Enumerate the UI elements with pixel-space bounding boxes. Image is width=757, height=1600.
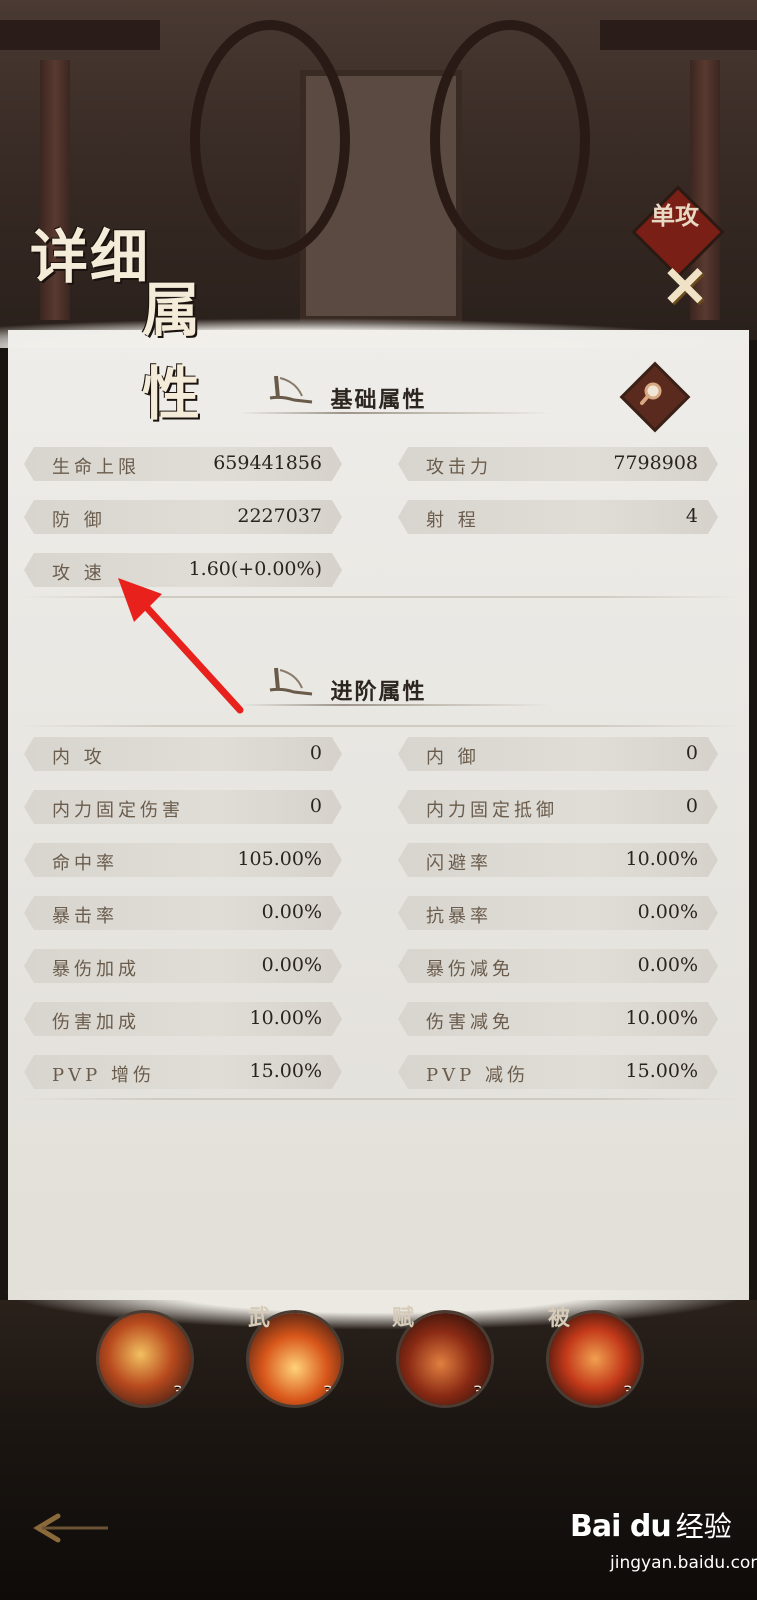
skill-level: 3 [322, 1382, 333, 1401]
stat-internal-attack: 内 攻 0 [24, 737, 342, 771]
stat-label: 内力固定抵御 [426, 800, 558, 821]
stat-crit-damage-reduction: 暴伤减免 0.00% [398, 949, 718, 983]
stat-value: 4 [685, 505, 698, 527]
stat-label: 伤害加成 [52, 1012, 140, 1033]
stat-label: 命中率 [52, 853, 118, 874]
stat-value: 10.00% [249, 1007, 322, 1029]
stat-value: 0 [309, 795, 322, 817]
divider [20, 1098, 740, 1100]
stat-label: 暴伤减免 [426, 959, 514, 980]
stat-value: 659441856 [213, 452, 322, 474]
watermark-text: 经验 [675, 1510, 732, 1543]
stat-pvp-damage-reduction: PVP 减伤 15.00% [398, 1055, 718, 1089]
stat-value: 0.00% [261, 954, 322, 976]
skill-level: 3 [172, 1382, 183, 1401]
stat-crit-rate: 暴击率 0.00% [24, 896, 342, 930]
stat-label: PVP 减伤 [426, 1065, 529, 1086]
stat-label: 闪避率 [426, 853, 492, 874]
stat-label: 生命上限 [52, 457, 140, 478]
stat-defense: 防 御 2227037 [24, 500, 342, 534]
divider [20, 725, 740, 727]
stat-label: 射 程 [426, 510, 480, 531]
stat-value: 0.00% [637, 954, 698, 976]
stat-value: 0 [309, 742, 322, 764]
baidu-watermark: Bai du 经验 jingyan.baidu.com [570, 1505, 757, 1575]
stat-label: 攻 速 [52, 563, 106, 584]
swirl-ornament [430, 20, 590, 260]
stat-label: 攻击力 [426, 457, 492, 478]
stat-value: 10.00% [625, 848, 698, 870]
stat-crit-resist: 抗暴率 0.00% [398, 896, 718, 930]
skill-tag: 赋 [392, 1305, 415, 1331]
stat-internal-fixed-damage: 内力固定伤害 0 [24, 790, 342, 824]
skill-level: 3 [622, 1382, 633, 1401]
stat-value: 0 [685, 742, 698, 764]
stat-range: 射 程 4 [398, 500, 718, 534]
stat-internal-defense: 内 御 0 [398, 737, 718, 771]
skill-slot-1[interactable]: 3 [96, 1310, 194, 1408]
roof-left [0, 20, 160, 50]
stat-label: 抗暴率 [426, 906, 492, 927]
stat-value: 10.00% [625, 1007, 698, 1029]
stat-value: 0 [685, 795, 698, 817]
stat-label: 内 攻 [52, 747, 106, 768]
stat-pvp-damage-bonus: PVP 增伤 15.00% [24, 1055, 342, 1089]
skill-level: 3 [472, 1382, 483, 1401]
stat-label: 暴伤加成 [52, 959, 140, 980]
stat-label: 内 御 [426, 747, 480, 768]
stat-value: 15.00% [625, 1060, 698, 1082]
stat-damage-reduction: 伤害减免 10.00% [398, 1002, 718, 1036]
watermark-url: jingyan.baidu.com [610, 1553, 757, 1573]
search-button[interactable] [619, 361, 691, 433]
close-button[interactable]: ✕ [660, 259, 710, 315]
stat-label: 内力固定伤害 [52, 800, 184, 821]
advanced-section-title: 进阶属性 [330, 679, 427, 705]
stat-value: 15.00% [249, 1060, 322, 1082]
baidu-logo: Bai du [570, 1509, 672, 1544]
stat-damage-bonus: 伤害加成 10.00% [24, 1002, 342, 1036]
stat-value: 0.00% [261, 901, 322, 923]
stat-crit-damage-bonus: 暴伤加成 0.00% [24, 949, 342, 983]
page-title-line1: 详细 [30, 223, 151, 291]
stat-attack: 攻击力 7798908 [398, 447, 718, 481]
stat-value: 7798908 [613, 452, 698, 474]
stat-label: 伤害减免 [426, 1012, 514, 1033]
stat-hp-max: 生命上限 659441856 [24, 447, 342, 481]
stat-label: 防 御 [52, 510, 106, 531]
roof-right [600, 20, 757, 50]
page-title: 详细 属性 [22, 208, 252, 428]
stat-value: 0.00% [637, 901, 698, 923]
stat-label: 暴击率 [52, 906, 118, 927]
stat-hit-rate: 命中率 105.00% [24, 843, 342, 877]
stat-value: 105.00% [237, 848, 322, 870]
skill-tag: 被 [548, 1305, 571, 1331]
search-icon [640, 382, 662, 405]
stat-internal-fixed-resist: 内力固定抵御 0 [398, 790, 718, 824]
stat-label: PVP 增伤 [52, 1065, 155, 1086]
skill-tag: 武 [248, 1305, 271, 1331]
stat-dodge-rate: 闪避率 10.00% [398, 843, 718, 877]
back-arrow-icon[interactable] [28, 1510, 118, 1546]
stat-value: 2227037 [237, 505, 322, 527]
